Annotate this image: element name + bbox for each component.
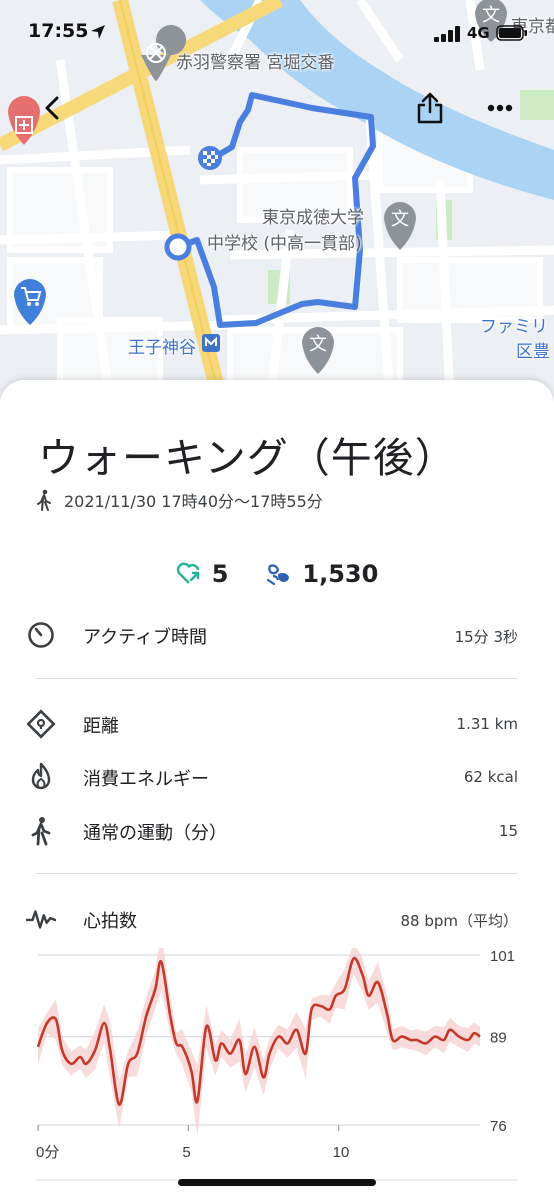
stat-active-time: アクティブ時間 15分 3秒: [0, 614, 554, 654]
goal-summary: 5 1,530: [0, 560, 554, 588]
steps-icon: [267, 564, 290, 586]
divider: [36, 678, 518, 679]
map-label-station: 王子神谷: [128, 338, 196, 358]
heart-points-icon: [176, 562, 199, 584]
route-map[interactable]: 文 文 文 赤羽警察署 宮堀交番 東京成徳大学 中学校 (中高一貫部) 王子神谷…: [0, 0, 554, 400]
steps-value: 1,530: [302, 560, 379, 588]
stat-energy: 消費エネルギー 62 kcal: [0, 756, 554, 796]
chevron-left-icon: [45, 96, 59, 120]
divider: [36, 873, 518, 874]
battery-icon: [496, 25, 527, 41]
x-tick-label: 10: [333, 1144, 350, 1161]
back-button[interactable]: [30, 86, 74, 130]
heart-rate-chart: 101 89 76 0分 5 10: [36, 948, 518, 1181]
stat-label: アクティブ時間: [83, 627, 208, 648]
x-tick-label: 5: [182, 1144, 190, 1161]
share-icon: [417, 92, 443, 124]
stat-value: 15分 3秒: [454, 628, 518, 646]
network-label: 4G: [467, 24, 490, 42]
home-indicator[interactable]: [178, 1179, 376, 1186]
stat-value: 15: [498, 822, 518, 840]
stat-move-minutes: 通常の運動（分） 15: [0, 810, 554, 850]
activity-datetime-row: 2021/11/30 17時40分〜17時55分: [36, 488, 323, 512]
station-icon: [202, 334, 220, 352]
map-label-ward: 区豊: [516, 342, 550, 362]
x-tick-label: 0分: [36, 1144, 59, 1161]
y-tick-label: 76: [490, 1118, 507, 1135]
heart-points: 5: [176, 560, 229, 588]
more-icon: [487, 104, 513, 112]
status-time: 17:55: [28, 20, 89, 42]
walking-icon: [37, 489, 51, 511]
signal-icon: [434, 26, 460, 42]
more-button[interactable]: [478, 86, 522, 130]
steps: 1,530: [264, 560, 378, 588]
activity-sheet: ウォーキング（午後） 2021/11/30 17時40分〜17時55分 5 1,…: [0, 380, 554, 1200]
stat-value: 62 kcal: [463, 768, 518, 786]
stat-label: 距離: [83, 716, 119, 737]
activity-datetime: 2021/11/30 17時40分〜17時55分: [64, 492, 323, 511]
status-bar: 17:55 4G: [0, 0, 554, 60]
heart-rate-band: [38, 948, 480, 1137]
share-button[interactable]: [408, 86, 452, 130]
activity-title: ウォーキング（午後）: [38, 434, 457, 482]
walking-icon: [26, 816, 56, 846]
map-label-university: 東京成徳大学: [262, 208, 364, 228]
start-marker: [164, 233, 192, 261]
stat-label: 消費エネルギー: [83, 769, 209, 790]
heart-rate-icon: [26, 904, 56, 934]
stat-label: 通常の運動（分）: [83, 823, 227, 844]
map-label-school: 中学校 (中高一貫部): [207, 234, 362, 254]
y-tick-label: 89: [490, 1030, 507, 1047]
distance-icon: [26, 709, 56, 739]
stat-distance: 距離 1.31 km: [0, 703, 554, 743]
heart-points-value: 5: [211, 560, 229, 588]
location-arrow-icon: [91, 25, 105, 39]
map-label-family: ファミリ: [480, 317, 548, 337]
svg-text:文: 文: [391, 209, 409, 230]
stat-label: 心拍数: [83, 911, 137, 932]
stat-heart-rate: 心拍数 88 bpm（平均）: [0, 898, 554, 938]
timer-icon: [26, 620, 56, 650]
flame-icon: [26, 762, 56, 792]
stat-value: 88 bpm（平均）: [400, 912, 518, 930]
svg-text:文: 文: [309, 334, 327, 355]
stat-value: 1.31 km: [456, 715, 518, 733]
y-tick-label: 101: [490, 948, 515, 965]
